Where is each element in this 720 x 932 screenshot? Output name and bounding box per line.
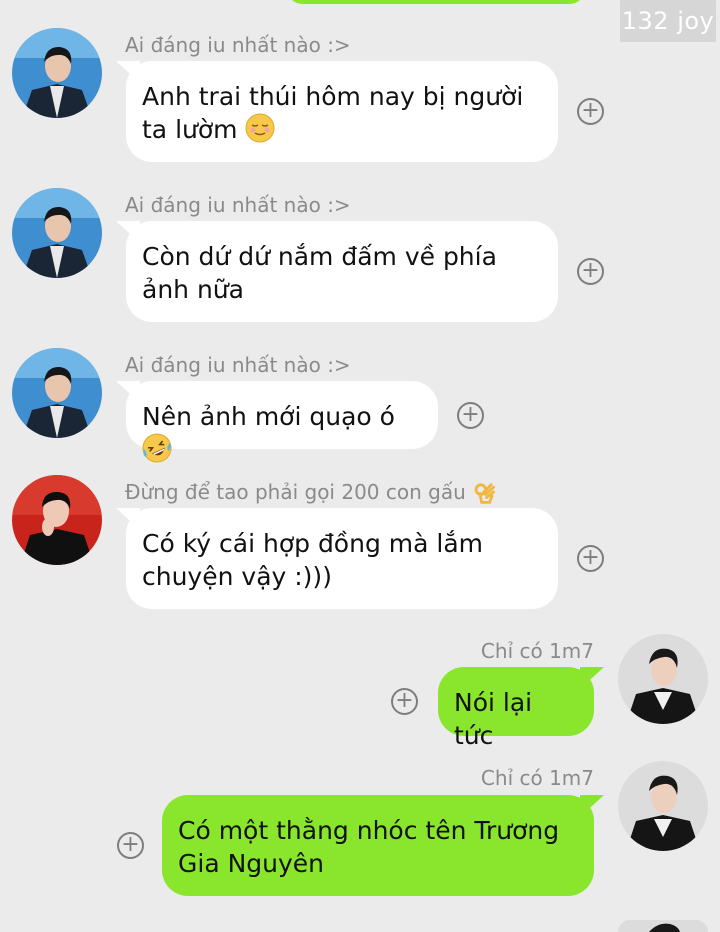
plus-icon[interactable]: + xyxy=(117,832,144,859)
sender-name: Ai đáng iu nhất nào :> xyxy=(125,353,351,377)
avatar[interactable] xyxy=(618,634,708,724)
avatar[interactable] xyxy=(12,475,102,565)
avatar[interactable] xyxy=(618,920,708,932)
plus-icon[interactable]: + xyxy=(577,545,604,572)
sender-name: Ai đáng iu nhất nào :> xyxy=(125,193,351,217)
message-text: Còn dứ dứ nắm đấm về phía ảnh nữa xyxy=(142,242,497,304)
ok-hand-emoji xyxy=(472,480,496,504)
message-text: Có ký cái hợp đồng mà lắm chuyện vậy :))… xyxy=(142,529,484,591)
message-text: Nên ảnh mới quạo ó xyxy=(142,402,395,431)
message-bubble[interactable]: Còn dứ dứ nắm đấm về phía ảnh nữa xyxy=(116,221,558,322)
sender-name: Chỉ có 1m7 xyxy=(480,766,594,790)
sender-name: Ai đáng iu nhất nào :> xyxy=(125,33,351,57)
watermark: 132 joy xyxy=(620,0,716,42)
message-text: Nói lại tức xyxy=(454,688,533,750)
avatar[interactable] xyxy=(12,188,102,278)
avatar[interactable] xyxy=(12,28,102,118)
sender-name: Chỉ có 1m7 xyxy=(480,639,594,663)
plus-icon[interactable]: + xyxy=(457,402,484,429)
message-bubble[interactable]: Nói lại tức xyxy=(438,667,604,750)
plus-icon[interactable]: + xyxy=(577,98,604,125)
sender-name: Đừng để tao phải gọi 200 con gấu xyxy=(125,480,496,504)
message-text: Có một thằng nhóc tên Trương Gia Nguyên xyxy=(178,816,560,878)
avatar[interactable] xyxy=(12,348,102,438)
plus-icon[interactable]: + xyxy=(577,258,604,285)
message-text: Anh trai thúi hôm nay bị người ta lườm xyxy=(142,82,524,144)
avatar[interactable] xyxy=(618,761,708,851)
plus-icon[interactable]: + xyxy=(391,688,418,715)
message-bubble[interactable]: Nên ảnh mới quạo ó xyxy=(116,381,438,463)
previous-message-bubble xyxy=(288,0,584,4)
relieved-face-emoji xyxy=(245,113,275,143)
message-bubble[interactable]: Anh trai thúi hôm nay bị người ta lườm xyxy=(116,61,558,162)
message-bubble[interactable]: Có ký cái hợp đồng mà lắm chuyện vậy :))… xyxy=(116,508,558,609)
rolling-laughing-emoji xyxy=(142,433,172,463)
message-bubble[interactable]: Có một thằng nhóc tên Trương Gia Nguyên xyxy=(162,795,604,896)
